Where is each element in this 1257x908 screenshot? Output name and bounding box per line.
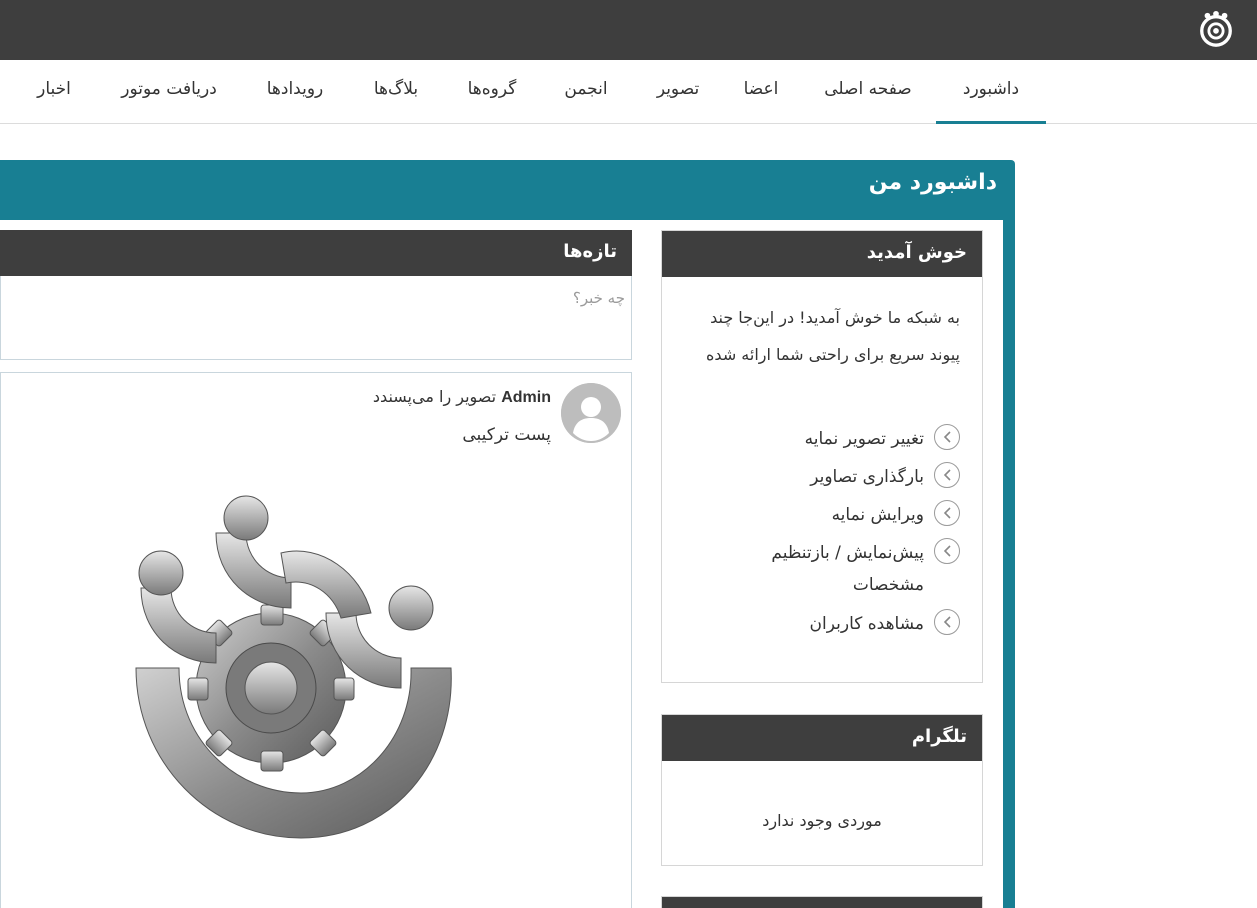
- nav-item-events[interactable]: رویدادها: [250, 60, 340, 124]
- post-author-link[interactable]: Admin: [501, 389, 551, 406]
- link-label: بارگذاری تصاویر: [810, 467, 924, 487]
- nav-item-news[interactable]: اخبار: [22, 60, 86, 124]
- chevron-left-icon: [934, 538, 960, 564]
- link-label: ویرایش نمایه: [831, 505, 924, 525]
- link-change-avatar[interactable]: تغییر تصویر نمایه: [660, 423, 960, 455]
- nav-item-forum[interactable]: انجمن: [548, 60, 624, 124]
- link-label: پیش‌نمایش / بازتنظیم مشخصات: [771, 543, 924, 595]
- nav-item-members[interactable]: اعضا: [728, 60, 794, 124]
- telegram-widget-title: تلگرام: [662, 715, 982, 761]
- widget-panel-header: [662, 897, 982, 908]
- nav-item-get-engine[interactable]: دریافت موتور: [104, 60, 234, 124]
- welcome-text: به شبکه ما خوش آمدید! در این‌جا چند پیون…: [706, 308, 960, 364]
- link-view-users[interactable]: مشاهده کاربران: [660, 608, 960, 640]
- site-logo-icon[interactable]: [1197, 10, 1235, 48]
- nav-item-groups[interactable]: گروه‌ها: [452, 60, 532, 124]
- default-user-icon: [561, 383, 621, 443]
- post-caption: پست ترکیبی: [462, 425, 551, 445]
- link-preview-profile[interactable]: پیش‌نمایش / بازتنظیم مشخصات: [660, 537, 960, 601]
- newsfeed-title: تازه‌ها: [0, 230, 632, 276]
- link-label: مشاهده کاربران: [809, 614, 924, 634]
- status-box: [0, 276, 632, 360]
- telegram-widget: تلگرام موردی وجود ندارد: [661, 714, 983, 866]
- chevron-left-icon: [934, 424, 960, 450]
- link-label: تغییر تصویر نمایه: [804, 429, 924, 449]
- chevron-left-icon: [934, 462, 960, 488]
- chevron-left-icon: [934, 500, 960, 526]
- newsfeed-widget: تازه‌ها: [0, 230, 632, 276]
- widget-panel: [661, 896, 983, 908]
- welcome-widget: خوش آمدید به شبکه ما خوش آمدید! در این‌ج…: [661, 230, 983, 683]
- engine-logo-image[interactable]: [121, 493, 471, 853]
- link-upload-photos[interactable]: بارگذاری تصاویر: [660, 461, 960, 493]
- avatar[interactable]: [561, 383, 621, 443]
- nav-item-blogs[interactable]: بلاگ‌ها: [356, 60, 436, 124]
- main-nav: داشبورد صفحه اصلی اعضا تصویر انجمن گروه‌…: [0, 60, 1257, 124]
- activity-post: Admin تصویر را می‌پسندد پست ترکیبی: [0, 372, 632, 908]
- nav-item-dashboard[interactable]: داشبورد: [936, 60, 1046, 124]
- post-action: تصویر را می‌پسندد: [372, 387, 502, 406]
- nav-item-photos[interactable]: تصویر: [640, 60, 716, 124]
- empty-message: موردی وجود ندارد: [762, 811, 882, 830]
- post-summary: Admin تصویر را می‌پسندد: [373, 387, 551, 407]
- top-bar: [0, 0, 1257, 60]
- nav-item-home[interactable]: صفحه اصلی: [808, 60, 928, 124]
- chevron-left-icon: [934, 609, 960, 635]
- status-input[interactable]: [25, 286, 625, 310]
- link-edit-profile[interactable]: ویرایش نمایه: [660, 499, 960, 531]
- welcome-widget-title: خوش آمدید: [662, 231, 982, 277]
- page-title: داشبورد من: [868, 170, 997, 195]
